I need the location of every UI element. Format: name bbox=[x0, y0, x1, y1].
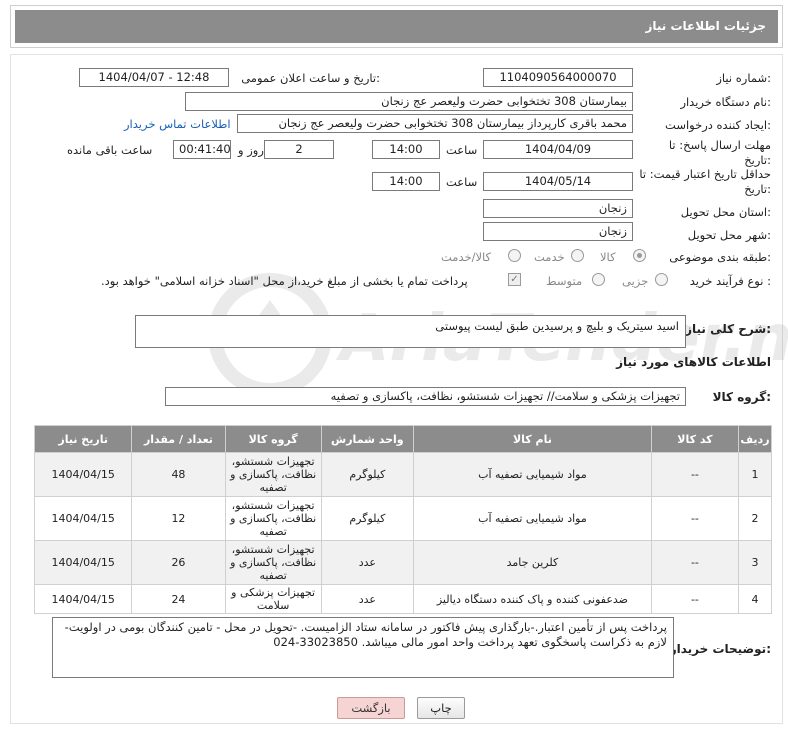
category-radio-service[interactable] bbox=[571, 249, 584, 262]
buyer-org-label: نام دستگاه خریدار: bbox=[680, 95, 771, 109]
cell-row-number: 4 bbox=[737, 584, 773, 614]
cell-code: -- bbox=[650, 496, 739, 541]
buyer-notes-line-2: لازم به ذکراست پاسخگوی تعهد پرداخت واحد … bbox=[273, 635, 667, 649]
price-deadline-label: حداقل تاریخ اعتبار قیمت: تا تاریخ: bbox=[639, 167, 771, 196]
cell-quantity: 12 bbox=[131, 496, 226, 541]
reply-time-label: ساعت bbox=[446, 143, 478, 157]
remaining-label: ساعت باقی مانده bbox=[67, 143, 153, 157]
goods-group-label: گروه کالا: bbox=[712, 390, 771, 404]
items-table: ردیف کد کالا نام کالا واحد شمارش گروه کا… bbox=[33, 425, 773, 614]
col-header-unit: واحد شمارش bbox=[320, 425, 414, 453]
province-field: زنجان bbox=[483, 199, 633, 218]
col-header-group: گروه کالا bbox=[224, 425, 322, 453]
cell-date: 1404/04/15 bbox=[33, 452, 133, 497]
requester-label: ایجاد کننده درخواست: bbox=[665, 118, 771, 132]
cell-group: تجهیزات پزشکی و سلامت bbox=[224, 584, 322, 614]
need-number-field: 1104090564000070 bbox=[483, 68, 633, 87]
city-label: شهر محل تحویل: bbox=[687, 228, 771, 242]
province-label: استان محل تحویل: bbox=[680, 205, 771, 219]
cell-group: تجهیزات شستشو، نظافت، پاکسازی و تصفیه bbox=[224, 452, 322, 497]
summary-field: اسید سیتریک و بلیچ و پرسیدین طبق لیست پی… bbox=[135, 315, 686, 348]
payment-note: پرداخت تمام یا بخشی از مبلغ خرید،از محل … bbox=[101, 274, 468, 288]
back-button[interactable]: بازگشت bbox=[337, 697, 405, 719]
reply-time-field: 14:00 bbox=[372, 140, 440, 159]
cell-quantity: 26 bbox=[131, 540, 226, 585]
price-date-field: 1404/05/14 bbox=[483, 172, 633, 191]
cell-unit: عدد bbox=[320, 540, 414, 585]
cell-unit: کیلوگرم bbox=[320, 452, 414, 497]
category-radio-goods[interactable] bbox=[633, 249, 646, 262]
cell-row-number: 3 bbox=[737, 540, 773, 585]
cell-unit: عدد bbox=[320, 584, 414, 614]
city-field: زنجان bbox=[483, 222, 633, 241]
col-header-row-number: ردیف bbox=[737, 425, 773, 453]
announce-field: 1404/04/07 - 12:48 bbox=[79, 68, 229, 87]
cell-name: ضدعفونی کننده و پاک کننده دستگاه دیالیز bbox=[412, 584, 652, 614]
announce-label: تاریخ و ساعت اعلان عمومی: bbox=[241, 71, 380, 85]
process-option-medium: متوسط bbox=[546, 274, 583, 288]
process-radio-small[interactable] bbox=[655, 273, 668, 286]
cell-date: 1404/04/15 bbox=[33, 584, 133, 614]
header-panel: جزئیات اطلاعات نیاز bbox=[10, 5, 783, 48]
cell-quantity: 24 bbox=[131, 584, 226, 614]
process-radio-medium[interactable] bbox=[592, 273, 605, 286]
cell-code: -- bbox=[650, 584, 739, 614]
category-option-service: خدمت bbox=[534, 250, 565, 264]
col-header-quantity: تعداد / مقدار bbox=[131, 425, 226, 453]
requester-field: محمد باقری کارپرداز بیمارستان 308 تختخوا… bbox=[237, 114, 633, 133]
days-field: 2 bbox=[264, 140, 334, 159]
cell-code: -- bbox=[650, 452, 739, 497]
buyer-notes-line-1: پرداخت پس از تأمین اعتبار.-بارگذاری پیش … bbox=[64, 620, 667, 634]
reply-deadline-label: مهلت ارسال پاسخ: تا تاریخ: bbox=[668, 138, 771, 167]
cell-unit: کیلوگرم bbox=[320, 496, 414, 541]
price-time-field: 14:00 bbox=[372, 172, 440, 191]
need-number-label: شماره نیاز: bbox=[716, 71, 771, 85]
col-header-date: تاریخ نیاز bbox=[33, 425, 133, 453]
cell-date: 1404/04/15 bbox=[33, 540, 133, 585]
cell-group: تجهیزات شستشو، نظافت، پاکسازی و تصفیه bbox=[224, 496, 322, 541]
table-row[interactable]: 1 -- مواد شیمیایی تصفیه آب کیلوگرم تجهیز… bbox=[33, 452, 773, 497]
category-radio-both[interactable] bbox=[508, 249, 521, 262]
cell-group: تجهیزات شستشو، نظافت، پاکسازی و تصفیه bbox=[224, 540, 322, 585]
cell-date: 1404/04/15 bbox=[33, 496, 133, 541]
cell-row-number: 2 bbox=[737, 496, 773, 541]
cell-name: مواد شیمیایی تصفیه آب bbox=[412, 496, 652, 541]
cell-code: -- bbox=[650, 540, 739, 585]
cell-name: مواد شیمیایی تصفیه آب bbox=[412, 452, 652, 497]
process-option-small: جزیی bbox=[622, 274, 649, 288]
col-header-name: نام کالا bbox=[412, 425, 652, 453]
category-option-goods: کالا bbox=[600, 250, 616, 264]
table-header-row: ردیف کد کالا نام کالا واحد شمارش گروه کا… bbox=[33, 425, 773, 453]
cell-quantity: 48 bbox=[131, 452, 226, 497]
buyer-notes-label: توضیحات خریدار: bbox=[669, 642, 771, 656]
category-option-both: کالا/خدمت bbox=[441, 250, 492, 264]
price-time-label: ساعت bbox=[446, 175, 478, 189]
table-row[interactable]: 3 -- کلرین جامد عدد تجهیزات شستشو، نظافت… bbox=[33, 540, 773, 585]
buyer-notes-field: پرداخت پس از تأمین اعتبار.-بارگذاری پیش … bbox=[52, 617, 674, 678]
table-row[interactable]: 2 -- مواد شیمیایی تصفیه آب کیلوگرم تجهیز… bbox=[33, 496, 773, 541]
payment-checkbox[interactable]: ✓ bbox=[508, 273, 521, 286]
buyer-org-field: بیمارستان 308 تختخوابی حضرت ولیعصر عج زن… bbox=[185, 92, 633, 111]
goods-section-title: اطلاعات کالاهای مورد نیاز bbox=[616, 355, 771, 369]
cell-name: کلرین جامد bbox=[412, 540, 652, 585]
buyer-contact-link[interactable]: اطلاعات تماس خریدار bbox=[124, 117, 231, 131]
page-title: جزئیات اطلاعات نیاز bbox=[15, 10, 778, 43]
table-row[interactable]: 4 -- ضدعفونی کننده و پاک کننده دستگاه دی… bbox=[33, 584, 773, 614]
cell-row-number: 1 bbox=[737, 452, 773, 497]
reply-date-field: 1404/04/09 bbox=[483, 140, 633, 159]
col-header-code: کد کالا bbox=[650, 425, 739, 453]
summary-label: شرح کلی نیاز: bbox=[685, 322, 771, 336]
process-label: نوع فرآیند خرید : bbox=[689, 274, 771, 288]
print-button[interactable]: چاپ bbox=[417, 697, 465, 719]
goods-group-field: تجهیزات پزشکی و سلامت// تجهیزات شستشو، ن… bbox=[165, 387, 686, 406]
category-label: طبقه بندی موضوعی: bbox=[669, 250, 771, 264]
days-label: روز و bbox=[238, 143, 264, 157]
remaining-time-field: 00:41:40 bbox=[173, 140, 231, 159]
